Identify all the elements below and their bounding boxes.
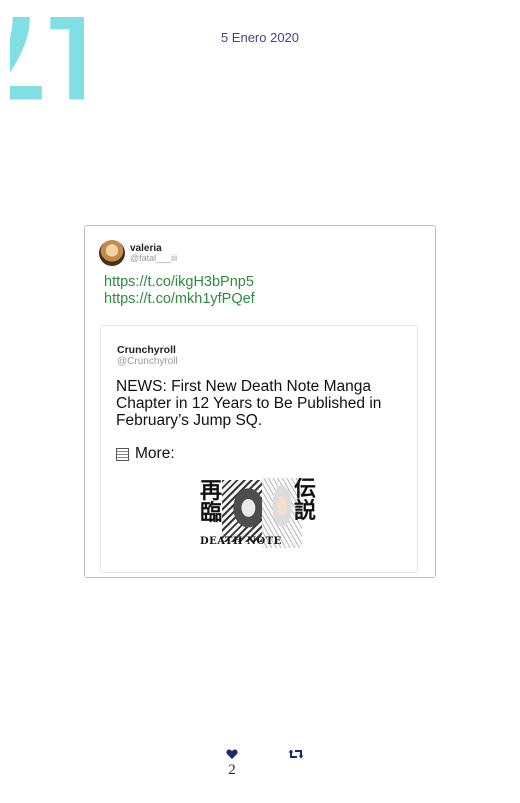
quoted-media-image[interactable]: 再臨 伝説 DEATH NOTE	[198, 478, 318, 554]
quoted-more-label: More:	[135, 445, 175, 462]
quoted-author-name[interactable]: Crunchyroll	[117, 344, 176, 356]
author-handle[interactable]: @fatal___iii	[130, 253, 177, 264]
quoted-tweet[interactable]: Crunchyroll @Crunchyroll NEWS: First New…	[100, 325, 418, 573]
tweet-links: https://t.co/ikgH3bPnp5 https://t.co/mkh…	[104, 274, 255, 308]
quoted-author-handle[interactable]: @Crunchyroll	[117, 356, 178, 367]
media-kanji-right: 伝説	[294, 478, 317, 524]
author-name[interactable]: valeria	[130, 243, 177, 254]
quoted-tweet-text: NEWS: First New Death Note Manga Chapter…	[116, 378, 382, 429]
heart-icon[interactable]	[226, 748, 238, 760]
tweet-stats: 2	[0, 746, 520, 786]
like-count: 2	[228, 762, 236, 778]
tweet-card: valeria @fatal___iii https://t.co/ikgH3b…	[84, 225, 436, 578]
tweet-author[interactable]: valeria @fatal___iii	[99, 240, 177, 266]
avatar[interactable]	[99, 240, 125, 266]
media-kanji-left: 再臨	[200, 478, 223, 526]
quoted-more-line: More:	[116, 445, 175, 463]
tweet-link-1[interactable]: https://t.co/ikgH3bPnp5	[104, 274, 255, 291]
media-title: DEATH NOTE	[200, 536, 282, 547]
newspaper-icon	[116, 447, 129, 461]
page-number: 17	[10, 8, 84, 108]
retweet-icon[interactable]	[288, 748, 304, 760]
tweet-link-2[interactable]: https://t.co/mkh1yfPQef	[104, 291, 255, 308]
tweet-date: 5 Enero 2020	[220, 30, 300, 45]
